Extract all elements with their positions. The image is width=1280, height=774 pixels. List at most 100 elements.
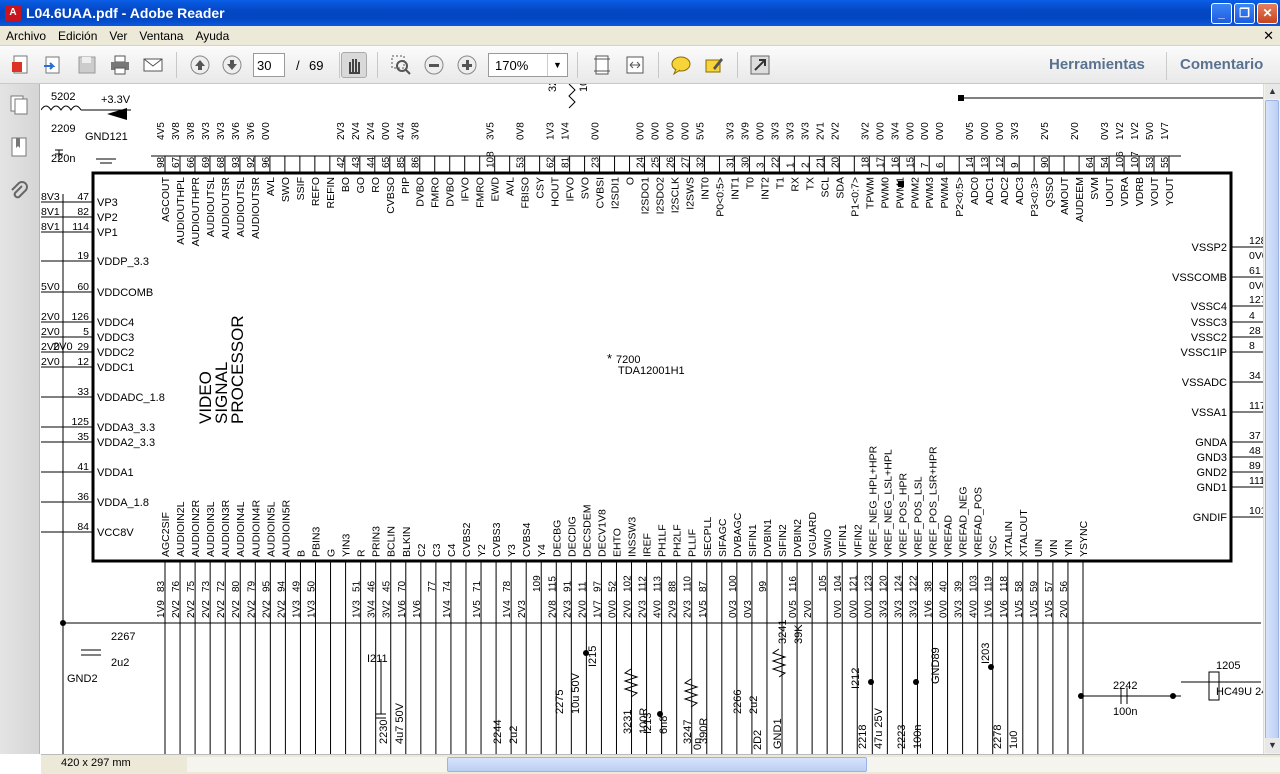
fit-page-icon[interactable] (589, 52, 615, 78)
bottom-pin-number: 39 (954, 580, 965, 592)
zoom-in-icon[interactable] (454, 52, 480, 78)
page-thumbnails-icon[interactable] (8, 94, 30, 116)
junction-dot (657, 711, 663, 717)
menu-ver[interactable]: Ver (103, 29, 133, 43)
top-pin-name: HOUT (550, 176, 562, 206)
menu-archivo[interactable]: Archivo (0, 29, 52, 43)
right-pin-number: 111 (1249, 475, 1263, 487)
page-number-input[interactable]: 30 (253, 53, 285, 77)
bottom-pin-number: 74 (442, 580, 453, 592)
document-close-icon[interactable]: ✕ (1263, 28, 1274, 44)
bottom-pin-voltage: 3V4 (367, 600, 378, 618)
bottom-pin-name: INSSW3 (627, 517, 639, 557)
component-ref: GND1 (772, 718, 784, 749)
bottom-pin-voltage: 1V5 (1029, 600, 1040, 618)
left-pin-voltage: 5V0 (41, 281, 60, 293)
menu-ayuda[interactable]: Ayuda (189, 29, 235, 43)
left-pin-number: 114 (72, 221, 89, 233)
document-view[interactable]: VIDEO SIGNAL PROCESSOR 7200 * TDA12001H1 AGCOU… (41, 84, 1263, 754)
top-pin-name: ADC2 (999, 177, 1011, 205)
bottom-pin-number: 72 (216, 580, 227, 592)
ic-part-number: TDA12001H1 (618, 365, 685, 377)
menu-ventana[interactable]: Ventana (133, 29, 189, 43)
junction-dot (1170, 693, 1176, 699)
bottom-pin-voltage: 2V0 (577, 600, 588, 618)
scroll-up-icon[interactable]: ▲ (1265, 84, 1280, 99)
bottom-pin-name: VREFAD (943, 515, 955, 557)
email-icon[interactable] (140, 52, 166, 78)
bottom-pin-number: 45 (382, 580, 393, 592)
top-pin-voltage: 5V0 (1145, 122, 1156, 140)
right-pin-number: 48 (1249, 445, 1261, 457)
maximize-button[interactable]: ❐ (1234, 3, 1255, 24)
save-icon[interactable] (74, 52, 100, 78)
component-ref: 2242 (1113, 680, 1137, 692)
marquee-zoom-icon[interactable] (388, 52, 414, 78)
minimize-button[interactable]: _ (1211, 3, 1232, 24)
bottom-pin-voltage: 1V6 (999, 600, 1010, 618)
menu-edicion[interactable]: Edición (52, 29, 103, 43)
hand-tool-icon[interactable] (341, 52, 367, 78)
vertical-scrollbar[interactable]: ▲ ▼ (1263, 84, 1280, 754)
bottom-pin-number: 120 (878, 575, 889, 592)
zoom-out-icon[interactable] (421, 52, 447, 78)
bottom-pin-voltage: 0V3 (743, 600, 754, 618)
comment-link[interactable]: Comentario (1180, 56, 1263, 73)
create-pdf-icon[interactable] (8, 52, 34, 78)
top-pin-name: REFO (310, 177, 322, 206)
left-pin-number: 5 (83, 326, 89, 338)
previous-page-icon[interactable] (187, 52, 213, 78)
top-pin-name: FMRO (430, 177, 442, 208)
full-screen-icon[interactable] (747, 52, 773, 78)
chevron-down-icon[interactable]: ▼ (547, 54, 567, 76)
zoom-select[interactable]: 170% ▼ (488, 53, 568, 77)
bottom-pin-voltage: 2V3 (638, 600, 649, 618)
top-pin-name: AUDIOUTSR (220, 177, 232, 239)
print-icon[interactable] (107, 52, 133, 78)
component-value: 10u 50V (570, 672, 582, 714)
component-value: 2u2 (748, 696, 760, 714)
bottom-pin-voltage: 1V5 (472, 600, 483, 618)
bottom-pin-voltage: 0V3 (728, 600, 739, 618)
top-pin-number: 86 (411, 156, 422, 168)
top-pin-number: 108 (486, 151, 497, 168)
left-pin-number: 125 (71, 416, 89, 428)
top-pin-voltage: 3V6 (231, 122, 242, 140)
bottom-pin-name: BCLIN (386, 526, 398, 557)
bottom-pin-name: YIN (1063, 539, 1075, 557)
bottom-pin-name: DVBIN2 (792, 519, 804, 557)
scroll-down-icon[interactable]: ▼ (1265, 738, 1280, 753)
bottom-pin-voltage: 2V0 (623, 600, 634, 618)
vertical-scroll-thumb[interactable] (1265, 100, 1279, 740)
open-file-icon[interactable] (40, 52, 66, 78)
top-pin-number: 25 (651, 156, 662, 168)
junction-dot (1078, 693, 1084, 699)
top-misc-label: 32 (547, 84, 559, 92)
bottom-pin-name: XTALIN (1003, 521, 1015, 557)
highlight-icon[interactable] (701, 52, 727, 78)
top-pin-name: SVO (580, 177, 592, 199)
bottom-pin-number: 80 (231, 580, 242, 592)
left-pin-name: VDDC2 (97, 347, 134, 359)
close-button[interactable]: ✕ (1257, 3, 1278, 24)
top-pin-number: 98 (156, 156, 167, 168)
bottom-pin-number: 94 (276, 580, 287, 592)
horizontal-scroll-thumb[interactable] (447, 757, 867, 772)
left-pin-voltage: 8V1 (41, 206, 60, 218)
comment-icon[interactable] (668, 52, 694, 78)
top-pin-voltage: 3V3 (201, 122, 212, 140)
fit-width-icon[interactable] (622, 52, 648, 78)
attachments-icon[interactable] (8, 180, 30, 202)
bookmarks-icon[interactable] (8, 136, 30, 158)
left-pin-name: VDDA_1.8 (97, 497, 149, 509)
horizontal-scrollbar[interactable] (187, 757, 1280, 772)
left-pin-name: VDDCOMB (97, 287, 153, 299)
top-pin-voltage: 3V8 (186, 122, 197, 140)
top-pin-voltage: 0V0 (665, 122, 676, 140)
next-page-icon[interactable] (219, 52, 245, 78)
bottom-pin-name: AUDIOIN3L (205, 501, 217, 557)
top-pin-number: 43 (351, 156, 362, 168)
tools-link[interactable]: Herramientas (1049, 56, 1145, 73)
bottom-pin-voltage: 3V3 (878, 600, 889, 618)
component-ref: 2278 (992, 725, 1004, 749)
